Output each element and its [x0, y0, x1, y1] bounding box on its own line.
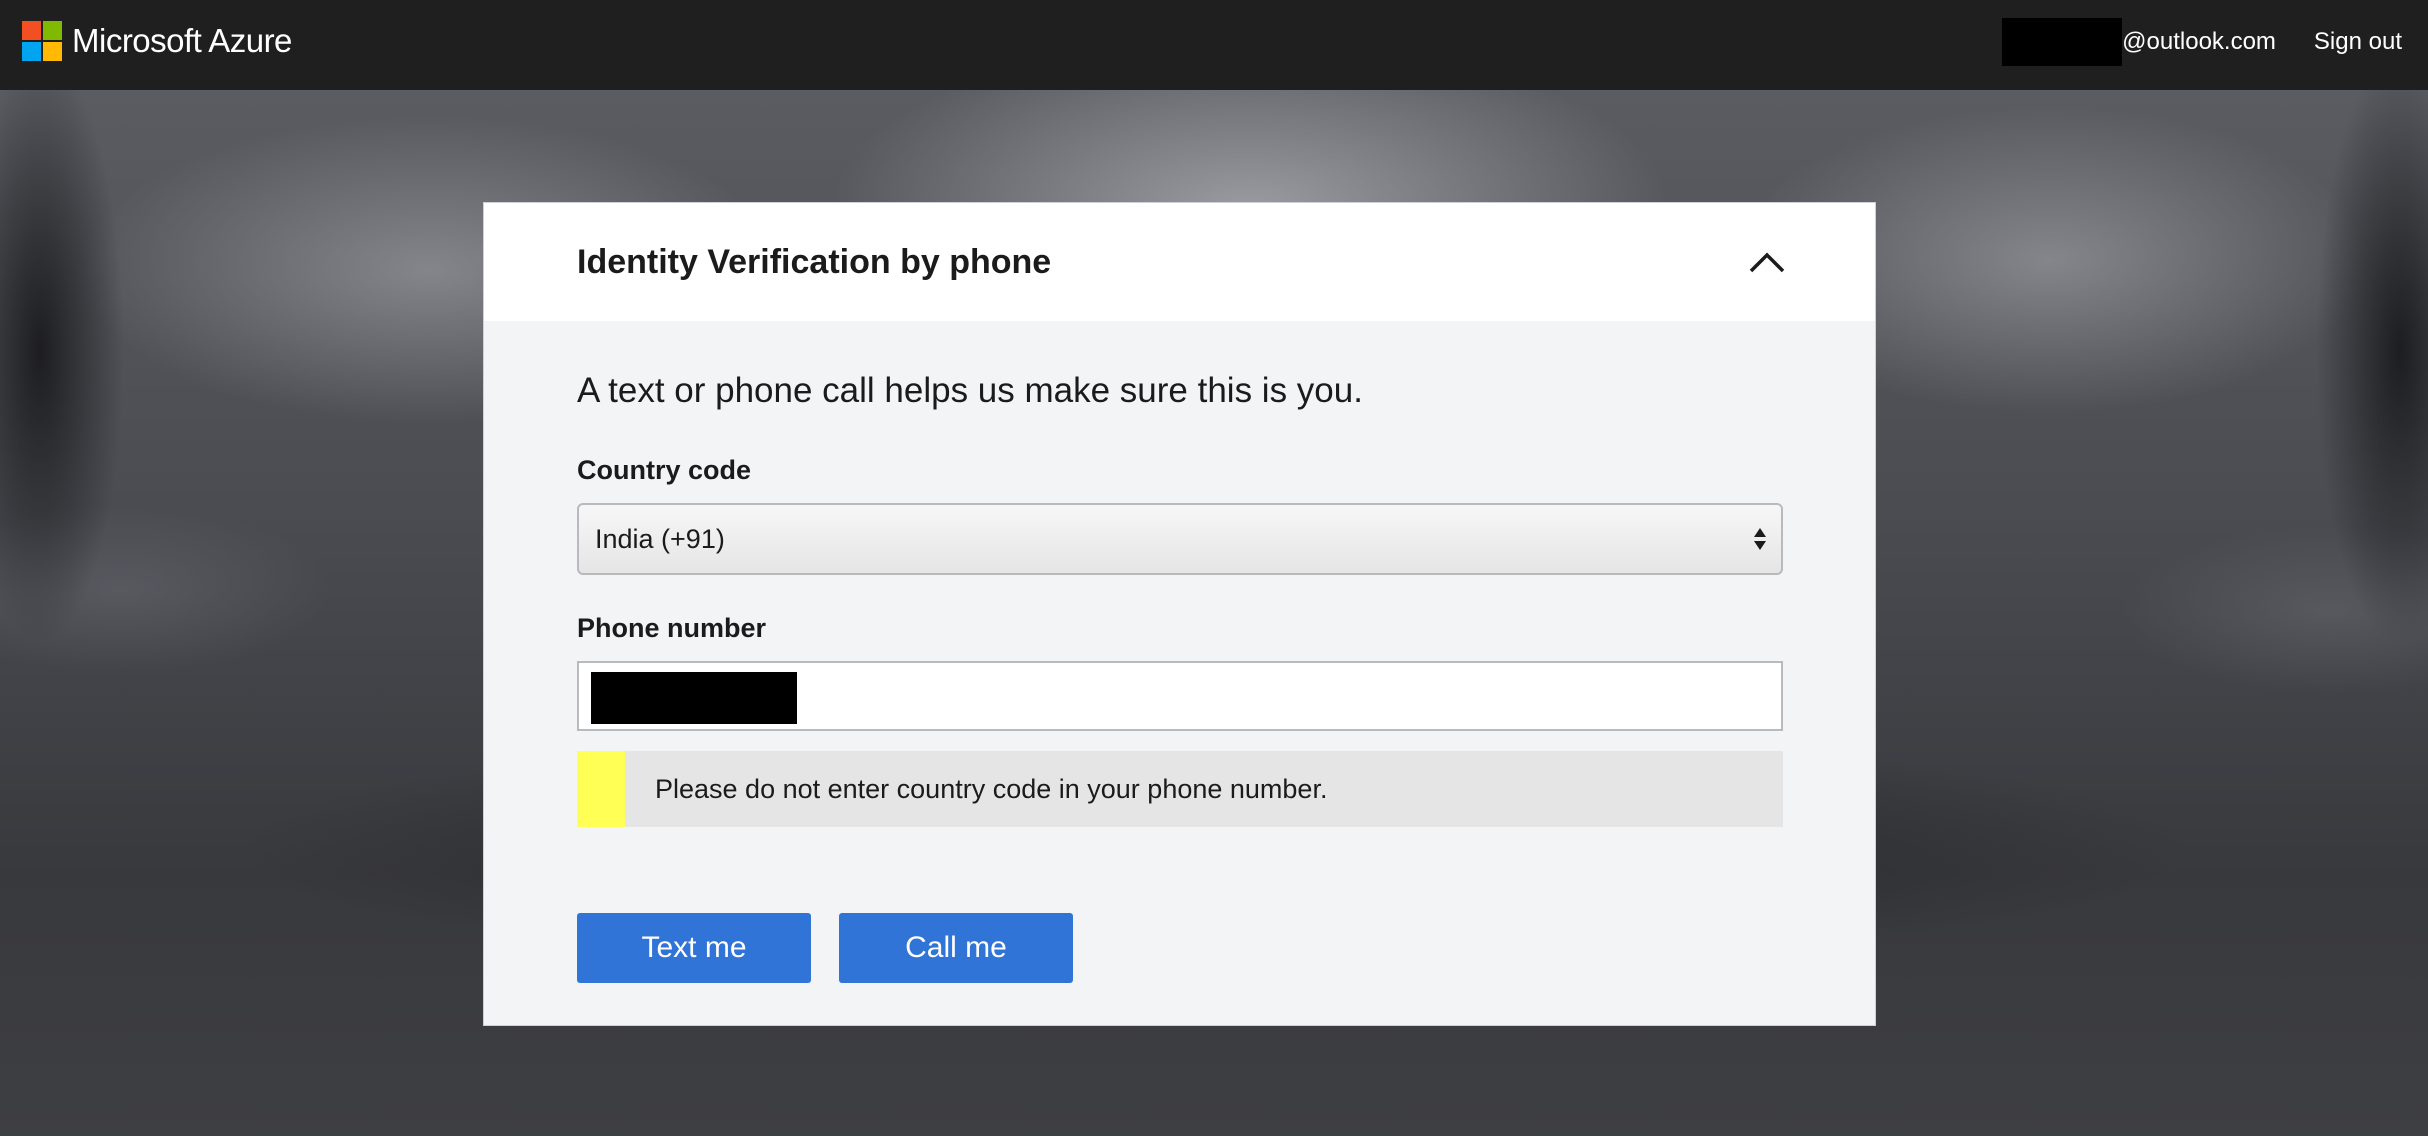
notice-text: Please do not enter country code in your… — [655, 773, 1328, 804]
intro-text: A text or phone call helps us make sure … — [577, 371, 1363, 410]
microsoft-logo-icon — [22, 21, 62, 61]
up-down-arrows-icon — [1753, 525, 1767, 553]
top-bar: Microsoft Azure @outlook.com Sign out — [0, 0, 2428, 90]
chevron-up-icon[interactable] — [1747, 247, 1787, 277]
text-me-button[interactable]: Text me — [577, 913, 811, 983]
country-code-value: India (+91) — [595, 523, 725, 554]
call-me-button[interactable]: Call me — [839, 913, 1073, 983]
dialog-header: Identity Verification by phone — [484, 203, 1875, 321]
country-code-select[interactable]: India (+91) — [577, 503, 1783, 575]
dialog-title: Identity Verification by phone — [577, 243, 1052, 281]
redacted-phone-number — [591, 672, 797, 724]
brand[interactable]: Microsoft Azure — [22, 20, 292, 62]
account-area: @outlook.com Sign out — [2002, 18, 2402, 66]
account-email-domain: @outlook.com — [2122, 28, 2276, 55]
brand-name: Microsoft Azure — [72, 22, 292, 59]
identity-verification-dialog: Identity Verification by phone A text or… — [483, 202, 1876, 1026]
phone-number-label: Phone number — [577, 613, 767, 643]
country-code-label: Country code — [577, 455, 752, 485]
country-code-notice: Please do not enter country code in your… — [577, 751, 1783, 827]
redacted-username — [2002, 18, 2123, 66]
phone-number-input[interactable] — [577, 661, 1783, 731]
notice-accent-bar — [577, 751, 625, 827]
sign-out-link[interactable]: Sign out — [2314, 28, 2402, 56]
